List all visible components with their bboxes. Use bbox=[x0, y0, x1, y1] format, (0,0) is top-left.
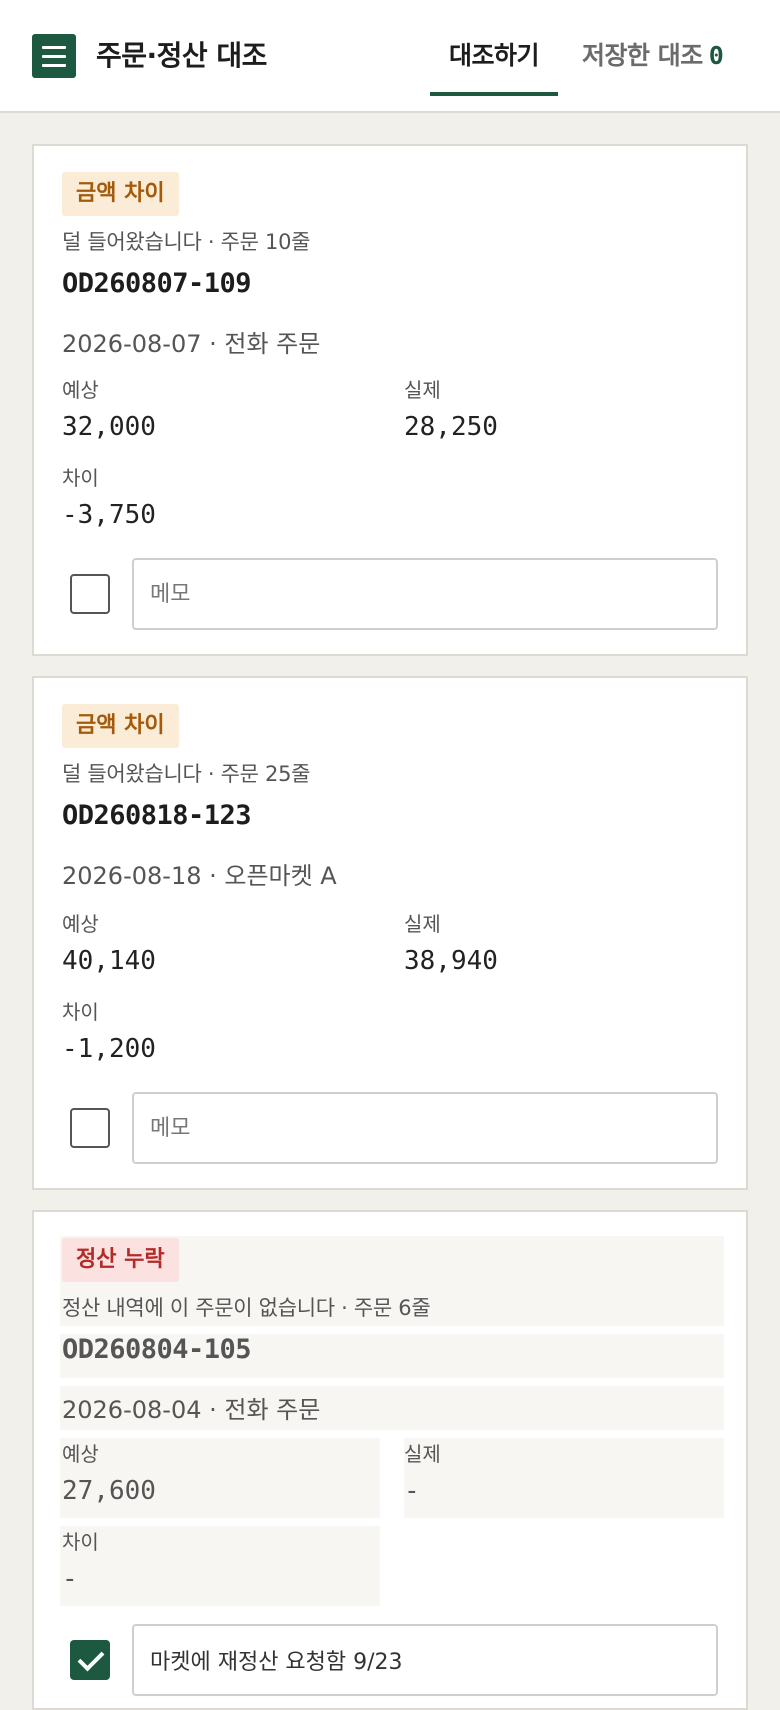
reconcile-card: 금액 차이 덜 들어왔습니다 · 주문 25줄 OD260818-123 202… bbox=[32, 676, 748, 1190]
tab-saved-label: 저장한 대조 bbox=[582, 41, 703, 70]
actual-value: 38,940 bbox=[404, 946, 498, 976]
actual-value: - bbox=[404, 1476, 420, 1506]
page-title: 주문·정산 대조 bbox=[96, 39, 267, 72]
memo-input[interactable] bbox=[132, 1092, 718, 1164]
reconcile-card: 금액 차이 덜 들어왔습니다 · 주문 10줄 OD260807-109 202… bbox=[32, 144, 748, 656]
order-meta: 2026-08-18 · 오픈마켓 A bbox=[62, 862, 337, 890]
order-id: OD260818-123 bbox=[62, 800, 252, 831]
expected-value: 32,000 bbox=[62, 412, 156, 442]
resolved-checkbox[interactable] bbox=[70, 574, 110, 614]
expected-value: 40,140 bbox=[62, 946, 156, 976]
order-id: OD260804-105 bbox=[62, 1334, 252, 1365]
difference-value: -1,200 bbox=[62, 1034, 156, 1064]
order-id: OD260807-109 bbox=[62, 268, 252, 299]
status-badge: 금액 차이 bbox=[62, 704, 179, 748]
difference-label: 차이 bbox=[62, 1000, 99, 1024]
card-description: 덜 들어왔습니다 · 주문 25줄 bbox=[62, 762, 311, 786]
tab-saved-count: 0 bbox=[708, 41, 724, 70]
reconcile-card: 정산 누락 정산 내역에 이 주문이 없습니다 · 주문 6줄 OD260804… bbox=[32, 1210, 748, 1710]
order-meta: 2026-08-04 · 전화 주문 bbox=[62, 1396, 321, 1424]
memo-input[interactable] bbox=[132, 1624, 718, 1696]
tab-compare[interactable]: 대조하기 bbox=[430, 34, 558, 78]
top-bar: 주문·정산 대조 대조하기 저장한 대조 0 bbox=[0, 0, 780, 113]
status-badge: 정산 누락 bbox=[62, 1238, 179, 1282]
card-description: 정산 내역에 이 주문이 없습니다 · 주문 6줄 bbox=[62, 1296, 431, 1320]
active-tab-indicator bbox=[430, 92, 558, 96]
difference-value: - bbox=[62, 1564, 78, 1594]
actual-label: 실제 bbox=[404, 378, 441, 402]
difference-label: 차이 bbox=[62, 1530, 99, 1554]
difference-value: -3,750 bbox=[62, 500, 156, 530]
resolved-checkbox[interactable] bbox=[70, 1640, 110, 1680]
actual-label: 실제 bbox=[404, 912, 441, 936]
dimmed-row bbox=[60, 1526, 380, 1606]
card-description: 덜 들어왔습니다 · 주문 10줄 bbox=[62, 230, 311, 254]
actual-label: 실제 bbox=[404, 1442, 441, 1466]
status-badge: 금액 차이 bbox=[62, 172, 179, 216]
expected-value: 27,600 bbox=[62, 1476, 156, 1506]
expected-label: 예상 bbox=[62, 378, 99, 402]
tab-saved[interactable]: 저장한 대조 0 bbox=[582, 34, 724, 78]
order-meta: 2026-08-07 · 전화 주문 bbox=[62, 330, 321, 358]
actual-value: 28,250 bbox=[404, 412, 498, 442]
resolved-checkbox[interactable] bbox=[70, 1108, 110, 1148]
difference-label: 차이 bbox=[62, 466, 99, 490]
hamburger-menu-icon[interactable] bbox=[32, 34, 76, 78]
memo-input[interactable] bbox=[132, 558, 718, 630]
dimmed-row bbox=[404, 1438, 724, 1518]
expected-label: 예상 bbox=[62, 1442, 99, 1466]
expected-label: 예상 bbox=[62, 912, 99, 936]
